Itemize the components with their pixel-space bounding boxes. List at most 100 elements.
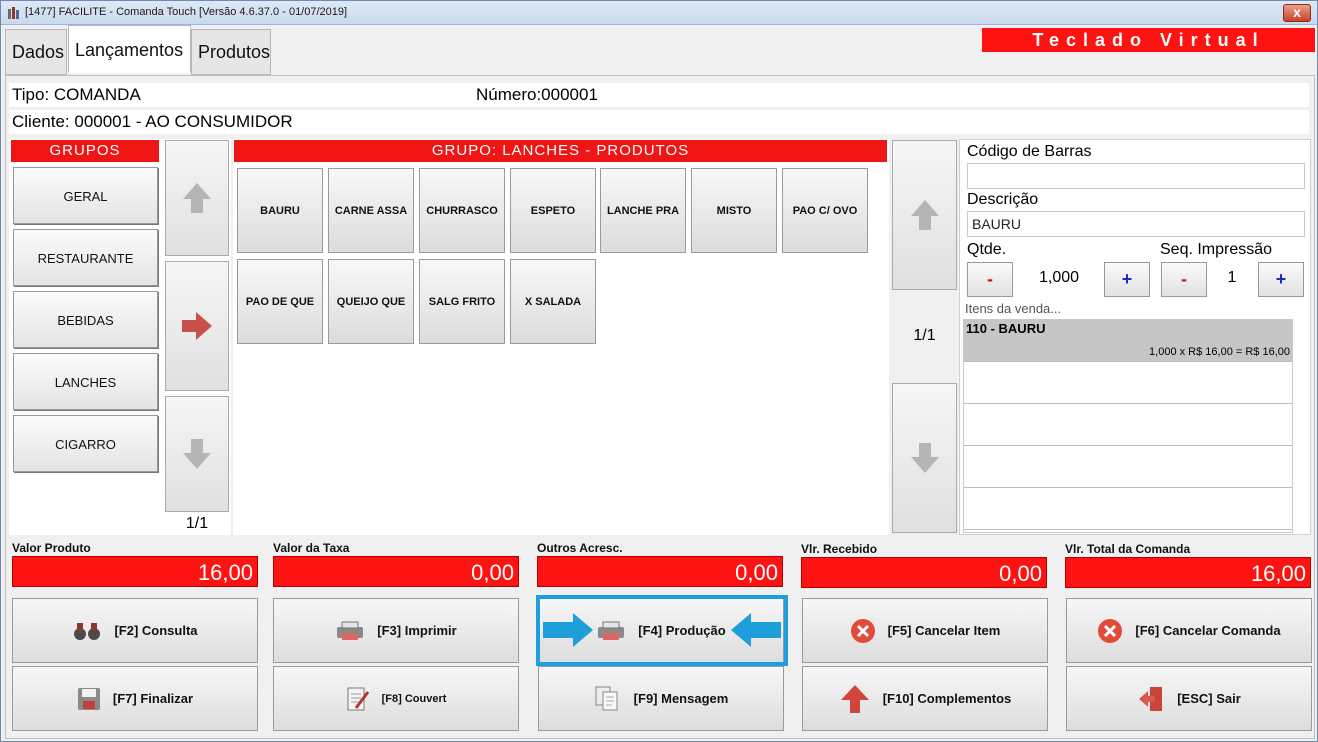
- vlr-total-label: Vlr. Total da Comanda: [1065, 542, 1191, 556]
- cliente-label: Cliente: 000001 - AO CONSUMIDOR: [12, 112, 293, 131]
- codigo-barras-label: Código de Barras: [967, 143, 1092, 160]
- product-button-bauru[interactable]: BAURU: [237, 168, 323, 253]
- cancelar-item-label: [F5] Cancelar Item: [887, 623, 1001, 638]
- arrow-down-icon: [183, 439, 211, 469]
- tab-lancamentos[interactable]: Lançamentos: [68, 25, 191, 73]
- imprimir-label: [F3] Imprimir: [377, 623, 457, 638]
- sair-label: [ESC] Sair: [1177, 691, 1241, 706]
- arrow-left-pointer-icon: [731, 613, 781, 647]
- itens-venda-list[interactable]: 110 - BAURU 1,000 x R$ 16,00 = R$ 16,00: [963, 319, 1293, 533]
- product-button-pao-c-ovo[interactable]: PAO C/ OVO: [782, 168, 868, 253]
- tab-produtos[interactable]: Produtos: [191, 29, 271, 75]
- printer-icon: [337, 621, 364, 640]
- products-scroll-up-button[interactable]: [892, 140, 957, 290]
- window-title: [1477] FACILITE - Comanda Touch [Versão …: [25, 6, 348, 18]
- qtde-value[interactable]: 1,000: [1016, 269, 1102, 287]
- vlr-recebido-label: Vlr. Recebido: [801, 542, 878, 556]
- groups-scroll-down-button[interactable]: [165, 396, 229, 512]
- valor-produto-label: Valor Produto: [12, 541, 91, 555]
- group-button-lanches[interactable]: LANCHES: [13, 353, 158, 410]
- group-button-bebidas[interactable]: BEBIDAS: [13, 291, 158, 348]
- app-window: [1477] FACILITE - Comanda Touch [Versão …: [0, 0, 1318, 742]
- sair-button[interactable]: [ESC] Sair: [1066, 666, 1312, 731]
- seq-minus-button[interactable]: -: [1161, 262, 1207, 297]
- finalizar-button[interactable]: [F7] Finalizar: [12, 666, 258, 731]
- tab-dados[interactable]: Dados: [5, 29, 67, 75]
- consulta-label: [F2] Consulta: [114, 623, 198, 638]
- mensagem-label: [F9] Mensagem: [633, 691, 729, 706]
- vlr-total-value: 16,00: [1065, 557, 1311, 588]
- product-button-churrasco[interactable]: CHURRASCO: [419, 168, 505, 253]
- group-button-restaurante[interactable]: RESTAURANTE: [13, 229, 158, 286]
- valor-taxa-label: Valor da Taxa: [273, 541, 350, 555]
- groups-scroll-up-button[interactable]: [165, 140, 229, 256]
- close-button[interactable]: x: [1283, 4, 1311, 22]
- complementos-button[interactable]: [F10] Complementos: [802, 666, 1048, 731]
- list-item[interactable]: [964, 404, 1292, 446]
- mensagem-button[interactable]: [F9] Mensagem: [538, 666, 784, 731]
- valor-taxa-value: 0,00: [273, 556, 519, 587]
- documents-icon: [595, 686, 618, 710]
- outros-acresc-label: Outros Acresc.: [537, 541, 623, 555]
- app-icon: [8, 7, 19, 19]
- products-scroll-down-button[interactable]: [892, 383, 957, 533]
- virtual-keyboard-button[interactable]: Teclado Virtual: [982, 28, 1315, 52]
- arrow-up-icon: [183, 183, 211, 213]
- numero-label: Número:000001: [476, 85, 598, 104]
- groups-header: GRUPOS: [11, 140, 159, 162]
- finalizar-label: [F7] Finalizar: [112, 691, 194, 706]
- products-pager: 1/1: [913, 327, 936, 344]
- descricao-input[interactable]: BAURU: [967, 211, 1305, 237]
- arrow-up-icon: [910, 200, 939, 230]
- binoculars-icon: [74, 622, 101, 640]
- cancel-circle-icon: [1098, 618, 1123, 643]
- qtde-label: Qtde.: [967, 241, 1007, 258]
- arrow-right-icon: [182, 312, 212, 340]
- product-button-queijo-que[interactable]: QUEIJO QUE: [328, 259, 414, 344]
- seq-impressao-label: Seq. Impressão: [1160, 241, 1273, 258]
- group-button-geral[interactable]: GERAL: [13, 167, 158, 224]
- list-item[interactable]: [964, 446, 1292, 488]
- list-item[interactable]: [964, 488, 1292, 530]
- vlr-recebido-value: 0,00: [801, 557, 1047, 588]
- floppy-disk-icon: [77, 687, 100, 710]
- groups-next-button[interactable]: [165, 261, 229, 391]
- tipo-label: Tipo: COMANDA: [12, 85, 141, 104]
- product-button-pao-de-que[interactable]: PAO DE QUE: [237, 259, 323, 344]
- products-header: GRUPO: LANCHES - PRODUTOS: [234, 140, 887, 162]
- descricao-label: Descrição: [967, 191, 1039, 208]
- document-edit-icon: [347, 687, 369, 710]
- seq-plus-button[interactable]: +: [1258, 262, 1304, 297]
- arrow-down-icon: [910, 443, 939, 473]
- seq-value[interactable]: 1: [1208, 269, 1256, 287]
- cancel-circle-icon: [850, 618, 875, 643]
- cancelar-item-button[interactable]: [F5] Cancelar Item: [802, 598, 1048, 663]
- product-button-espeto[interactable]: ESPETO: [510, 168, 596, 253]
- arrow-up-icon: [840, 684, 869, 713]
- itens-venda-label: Itens da venda...: [965, 301, 1062, 316]
- product-button-misto[interactable]: MISTO: [691, 168, 777, 253]
- info-tipo-row: Tipo: COMANDA Número:000001: [9, 83, 1309, 107]
- outros-acresc-value: 0,00: [537, 556, 783, 587]
- qtde-minus-button[interactable]: -: [967, 262, 1013, 297]
- product-button-carne-assa[interactable]: CARNE ASSA: [328, 168, 414, 253]
- imprimir-button[interactable]: [F3] Imprimir: [273, 598, 519, 663]
- codigo-barras-input[interactable]: [967, 163, 1305, 189]
- list-item[interactable]: 110 - BAURU 1,000 x R$ 16,00 = R$ 16,00: [964, 320, 1292, 362]
- couvert-button[interactable]: [F8] Couvert: [273, 666, 519, 731]
- product-button-salg-frito[interactable]: SALG FRITO: [419, 259, 505, 344]
- info-cliente-row: Cliente: 000001 - AO CONSUMIDOR: [9, 110, 1309, 134]
- list-item[interactable]: [964, 362, 1292, 404]
- title-bar: [1477] FACILITE - Comanda Touch [Versão …: [1, 1, 1317, 25]
- couvert-label: [F8] Couvert: [381, 692, 447, 705]
- qtde-plus-button[interactable]: +: [1104, 262, 1150, 297]
- item-name: 110 - BAURU: [966, 321, 1046, 336]
- item-detail: 1,000 x R$ 16,00 = R$ 16,00: [1149, 346, 1290, 358]
- consulta-button[interactable]: [F2] Consulta: [12, 598, 258, 663]
- groups-pager: 1/1: [185, 515, 209, 532]
- product-button-lanche-pra[interactable]: LANCHE PRA: [600, 168, 686, 253]
- cancelar-comanda-button[interactable]: [F6] Cancelar Comanda: [1066, 598, 1312, 663]
- exit-door-icon: [1139, 686, 1163, 711]
- product-button-x-salada[interactable]: X SALADA: [510, 259, 596, 344]
- group-button-cigarro[interactable]: CIGARRO: [13, 415, 158, 472]
